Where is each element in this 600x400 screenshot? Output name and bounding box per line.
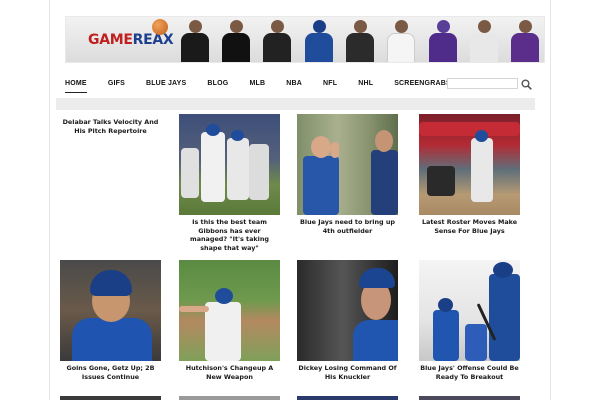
post-title[interactable]: Latest Roster Moves Make Sense For Blue … — [419, 218, 520, 235]
search-icon[interactable] — [521, 79, 532, 90]
post-thumbnail[interactable] — [179, 396, 280, 400]
post-title[interactable]: Goins Gone, Getz Up; 2B Issues Continue — [60, 364, 161, 381]
post-title[interactable]: Blue Jays' Offense Could Be Ready To Bre… — [419, 364, 520, 381]
post-thumbnail[interactable] — [60, 396, 161, 400]
post-title[interactable]: Dickey Losing Command Of His Knuckler — [297, 364, 398, 381]
nav-item-blog[interactable]: BLOG — [207, 77, 228, 93]
post-thumbnail[interactable] — [179, 260, 280, 361]
post-card[interactable]: Delabar Talks Velocity And His Pitch Rep… — [60, 118, 161, 135]
post-thumbnail[interactable] — [179, 114, 280, 215]
post-card[interactable]: Dickey Losing Command Of His Knuckler — [297, 260, 398, 381]
post-card[interactable] — [297, 396, 398, 400]
post-thumbnail[interactable] — [419, 396, 520, 400]
post-thumbnail[interactable] — [297, 260, 398, 361]
nav-item-gifs[interactable]: GIFS — [108, 77, 125, 93]
athlete-figure — [381, 17, 422, 62]
logo-text-game: GAME — [88, 32, 133, 48]
nav-underbar — [56, 98, 535, 110]
post-title[interactable]: Delabar Talks Velocity And His Pitch Rep… — [60, 118, 161, 135]
logo-text-reax: REAX — [132, 32, 174, 48]
athlete-figure — [339, 17, 380, 62]
site-banner[interactable]: GAMEREAX — [65, 16, 545, 63]
post-thumbnail[interactable] — [419, 260, 520, 361]
athlete-figure — [463, 17, 504, 62]
post-thumbnail[interactable] — [419, 114, 520, 215]
post-title[interactable]: Hutchison's Changeup A New Weapon — [179, 364, 280, 381]
nav-item-screengrabs[interactable]: SCREENGRABS — [394, 77, 451, 93]
post-thumbnail[interactable] — [297, 114, 398, 215]
nav-item-home[interactable]: HOME — [65, 77, 87, 93]
athlete-figure — [505, 17, 544, 62]
nav-item-mlb[interactable]: MLB — [249, 77, 265, 93]
athlete-figure — [298, 17, 339, 62]
post-title[interactable]: Blue Jays need to bring up 4th outfielde… — [297, 218, 398, 235]
search-input[interactable] — [447, 78, 518, 89]
nav-item-blue-jays[interactable]: BLUE JAYS — [146, 77, 186, 93]
post-card[interactable] — [179, 396, 280, 400]
nav-item-nba[interactable]: NBA — [286, 77, 302, 93]
post-card[interactable] — [60, 396, 161, 400]
post-thumbnail[interactable] — [297, 396, 398, 400]
nav-item-nfl[interactable]: NFL — [323, 77, 337, 93]
post-card[interactable]: Blue Jays' Offense Could Be Ready To Bre… — [419, 260, 520, 381]
post-card[interactable]: Goins Gone, Getz Up; 2B Issues Continue — [60, 260, 161, 381]
athlete-figure — [215, 17, 256, 62]
basketball-icon — [152, 19, 168, 35]
post-card[interactable]: Is this the best team Gibbons has ever m… — [179, 114, 280, 252]
post-card[interactable]: Blue Jays need to bring up 4th outfielde… — [297, 114, 398, 235]
post-card[interactable]: Latest Roster Moves Make Sense For Blue … — [419, 114, 520, 235]
post-card[interactable] — [419, 396, 520, 400]
post-thumbnail[interactable] — [60, 260, 161, 361]
nav-item-nhl[interactable]: NHL — [358, 77, 373, 93]
post-card[interactable]: Hutchison's Changeup A New Weapon — [179, 260, 280, 381]
banner-athletes — [174, 17, 544, 62]
athlete-figure — [257, 17, 298, 62]
post-title[interactable]: Is this the best team Gibbons has ever m… — [179, 218, 280, 252]
athlete-figure — [422, 17, 463, 62]
athlete-figure — [174, 17, 215, 62]
